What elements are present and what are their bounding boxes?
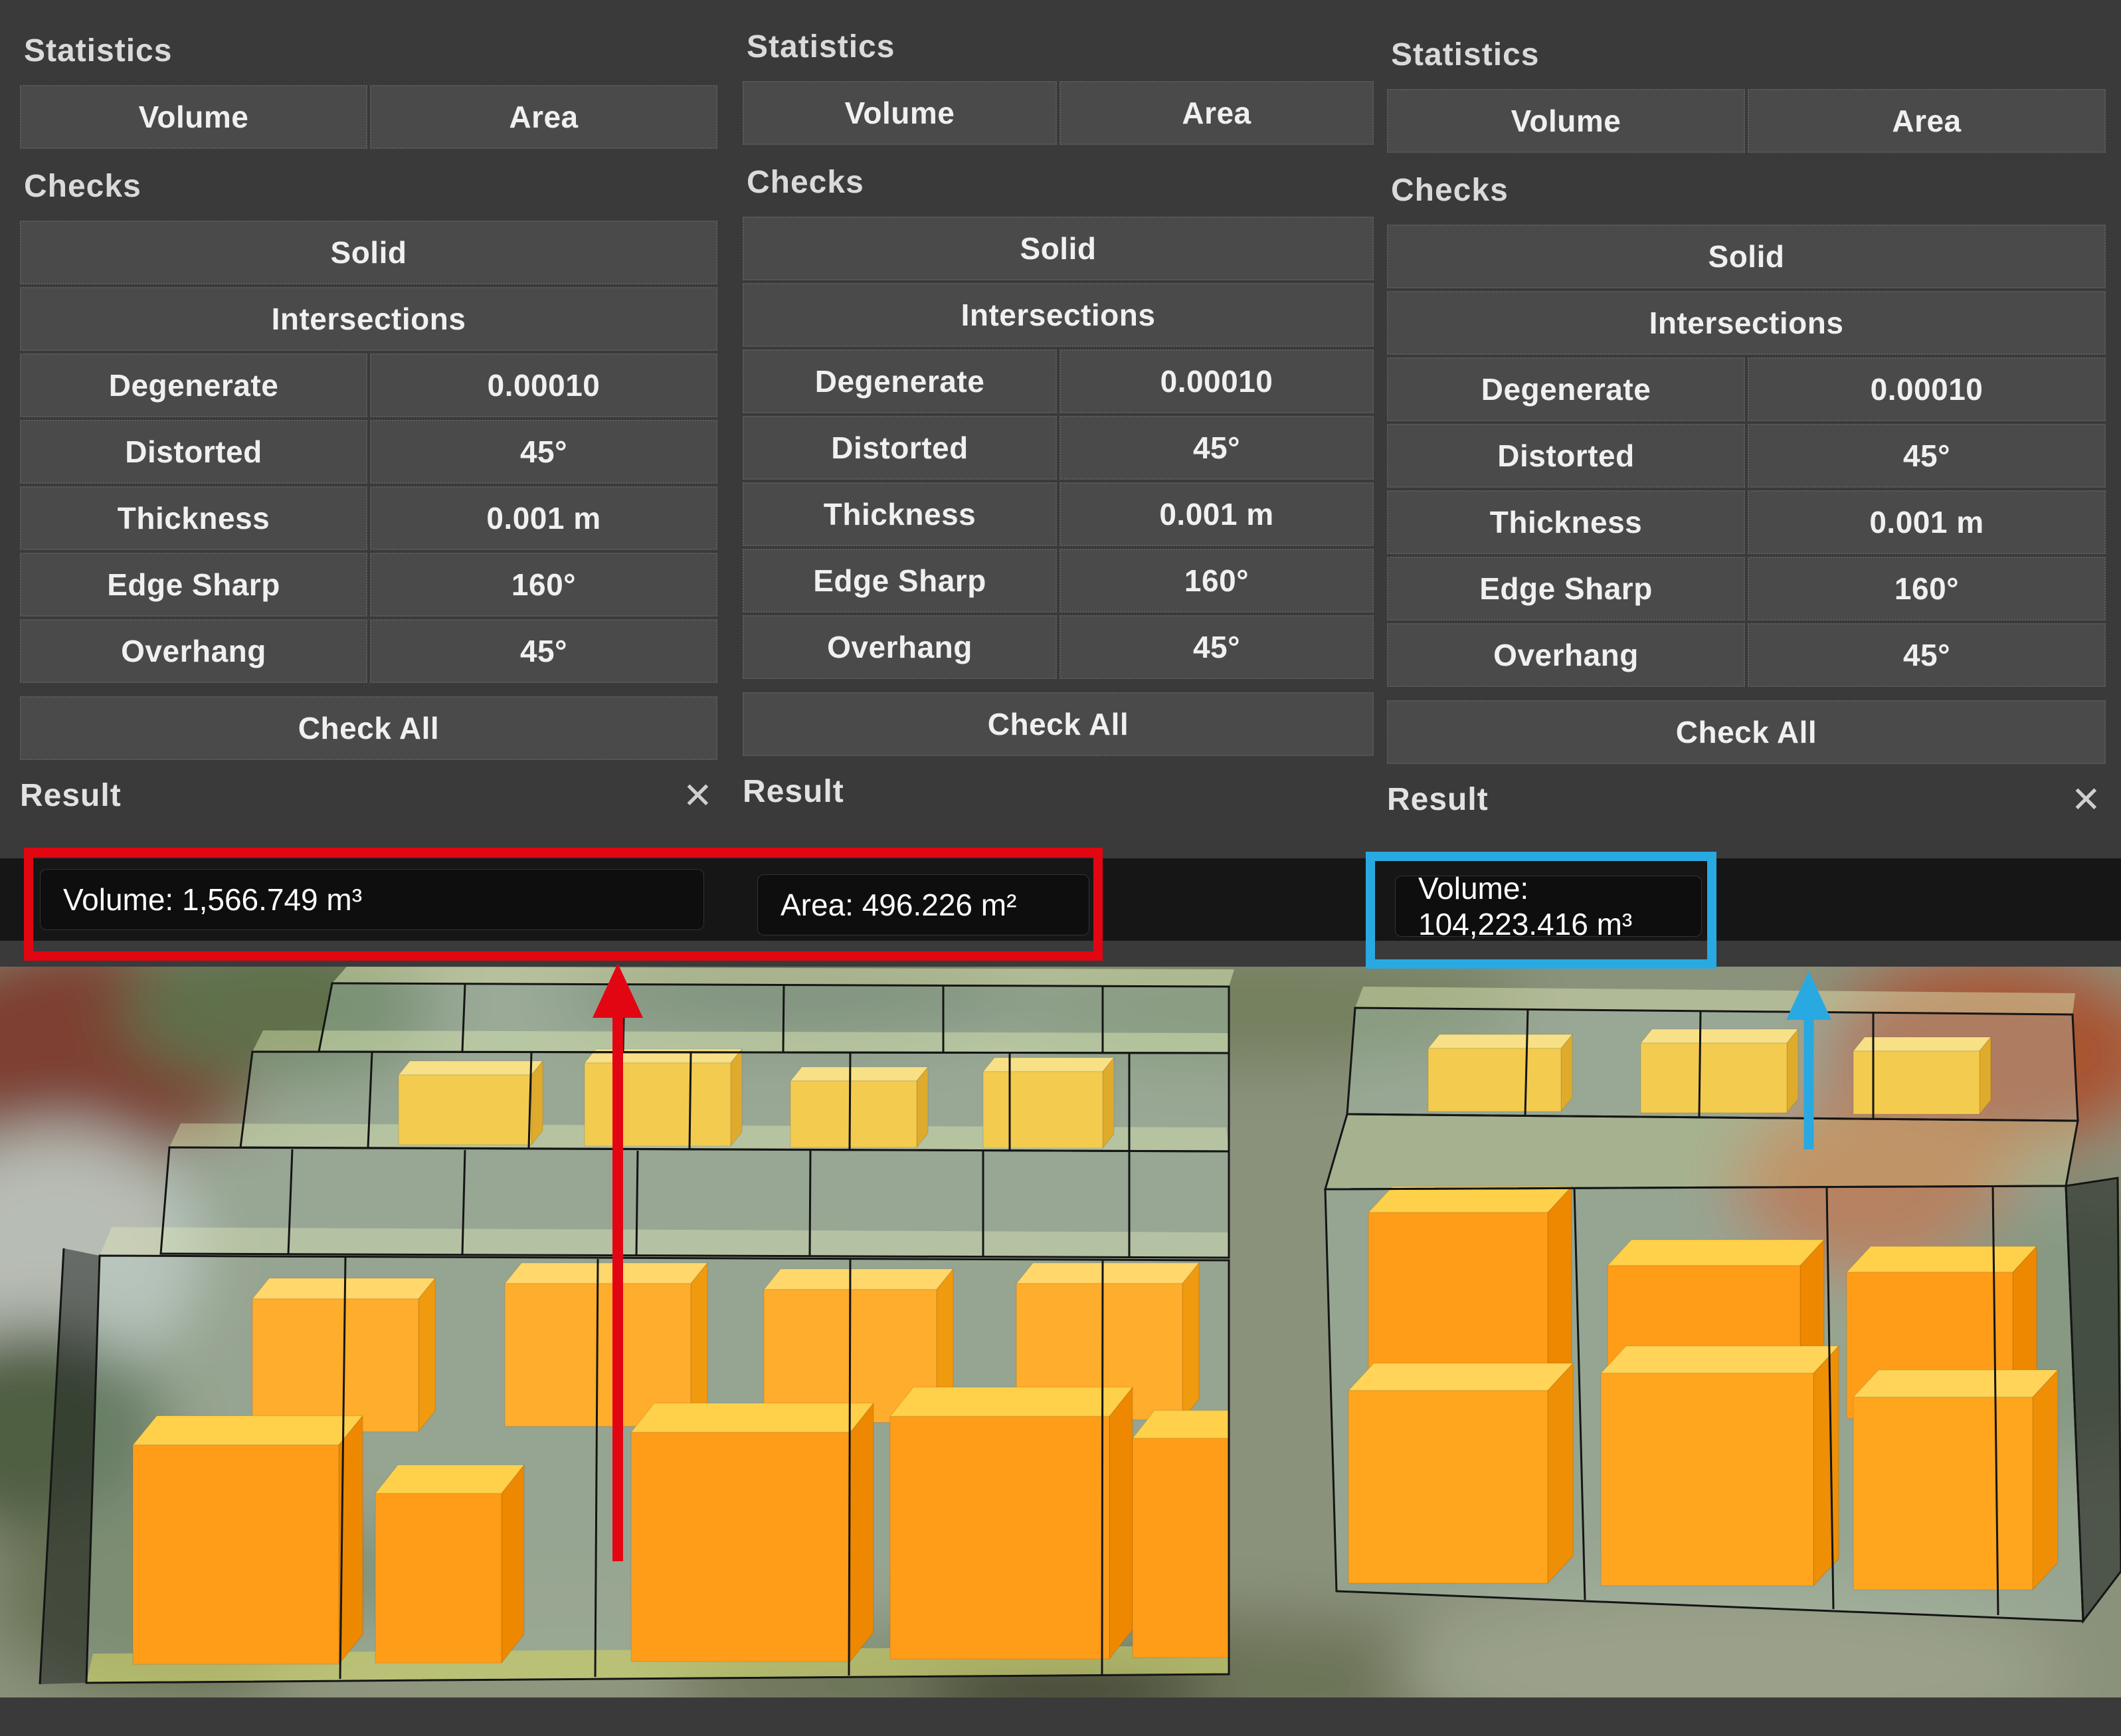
check-row: Thickness 0.001 m — [1387, 490, 2106, 554]
edge-sharp-value-field[interactable]: 160° — [370, 553, 717, 617]
check-row: Distorted 45° — [20, 420, 717, 484]
3d-viewport[interactable] — [0, 967, 2121, 1697]
check-row: Distorted 45° — [743, 416, 1374, 480]
checks-heading: Checks — [747, 163, 1370, 202]
overhang-check-button[interactable]: Overhang — [1387, 623, 1745, 687]
result-heading: Result — [1387, 781, 1489, 818]
thickness-check-button[interactable]: Thickness — [743, 482, 1057, 546]
check-row: Thickness 0.001 m — [743, 482, 1374, 546]
thickness-value-field[interactable]: 0.001 m — [1748, 490, 2106, 554]
volume-button[interactable]: Volume — [20, 85, 367, 149]
result-heading: Result — [743, 773, 844, 810]
distorted-value-field[interactable]: 45° — [370, 420, 717, 484]
edge-sharp-check-button[interactable]: Edge Sharp — [743, 549, 1057, 613]
area-button[interactable]: Area — [1748, 89, 2106, 153]
distorted-value-field[interactable]: 45° — [1748, 424, 2106, 488]
volume-area-tabs: Volume Area — [743, 81, 1374, 145]
check-row: Degenerate 0.00010 — [1387, 357, 2106, 421]
degenerate-check-button[interactable]: Degenerate — [743, 349, 1057, 413]
check-row: Distorted 45° — [1387, 424, 2106, 488]
degenerate-value-field[interactable]: 0.00010 — [1060, 349, 1374, 413]
edge-sharp-value-field[interactable]: 160° — [1748, 557, 2106, 621]
result-heading: Result — [20, 777, 122, 814]
statistics-panel-3: Statistics Volume Area Checks Solid Inte… — [1387, 17, 2106, 818]
result-text: Volume: 104,223.416 m³ — [1418, 870, 1679, 942]
edge-sharp-check-button[interactable]: Edge Sharp — [20, 553, 367, 617]
overhang-check-button[interactable]: Overhang — [743, 615, 1057, 679]
degenerate-value-field[interactable]: 0.00010 — [1748, 357, 2106, 421]
distorted-check-button[interactable]: Distorted — [20, 420, 367, 484]
area-button[interactable]: Area — [1060, 81, 1374, 145]
solid-check-button[interactable]: Solid — [743, 217, 1374, 280]
degenerate-check-button[interactable]: Degenerate — [1387, 357, 1745, 421]
overhang-value-field[interactable]: 45° — [1748, 623, 2106, 687]
check-row: Edge Sharp 160° — [1387, 557, 2106, 621]
overhang-check-button[interactable]: Overhang — [20, 619, 367, 683]
check-all-button[interactable]: Check All — [743, 692, 1374, 756]
bottom-bar — [0, 1697, 2121, 1736]
result-value-volume-1: Volume: 1,566.749 m³ — [40, 869, 704, 930]
check-row: Overhang 45° — [743, 615, 1374, 679]
check-row: Overhang 45° — [1387, 623, 2106, 687]
volume-area-tabs: Volume Area — [1387, 89, 2106, 153]
check-row: Degenerate 0.00010 — [20, 353, 717, 417]
statistics-heading: Statistics — [24, 32, 713, 70]
check-row: Thickness 0.001 m — [20, 486, 717, 550]
statistics-panel-2: Statistics Volume Area Checks Solid Inte… — [743, 9, 1374, 810]
solid-check-button[interactable]: Solid — [1387, 225, 2106, 288]
distorted-check-button[interactable]: Distorted — [743, 416, 1057, 480]
close-icon[interactable]: ✕ — [683, 778, 713, 814]
area-button[interactable]: Area — [370, 85, 717, 149]
check-row: Degenerate 0.00010 — [743, 349, 1374, 413]
check-row: Overhang 45° — [20, 619, 717, 683]
statistics-heading: Statistics — [1391, 36, 2102, 74]
checks-table: Solid Intersections Degenerate 0.00010 D… — [743, 217, 1374, 756]
distorted-check-button[interactable]: Distorted — [1387, 424, 1745, 488]
result-value-area: Area: 496.226 m² — [757, 874, 1089, 935]
result-text: Area: 496.226 m² — [781, 887, 1016, 923]
volume-button[interactable]: Volume — [743, 81, 1057, 145]
result-text: Volume: 1,566.749 m³ — [63, 882, 362, 917]
intersections-check-button[interactable]: Intersections — [743, 283, 1374, 347]
app-window: Statistics Volume Area Checks Solid Inte… — [0, 0, 2121, 1736]
checks-heading: Checks — [1391, 171, 2102, 210]
result-header: Result ✕ — [1387, 781, 2106, 818]
thickness-check-button[interactable]: Thickness — [20, 486, 367, 550]
result-value-volume-2: Volume: 104,223.416 m³ — [1395, 876, 1702, 937]
thickness-value-field[interactable]: 0.001 m — [370, 486, 717, 550]
thickness-value-field[interactable]: 0.001 m — [1060, 482, 1374, 546]
close-icon[interactable]: ✕ — [2071, 782, 2102, 818]
overhang-value-field[interactable]: 45° — [1060, 615, 1374, 679]
statistics-heading: Statistics — [747, 28, 1370, 66]
volume-area-tabs: Volume Area — [20, 85, 717, 149]
result-header: Result ✕ — [20, 777, 717, 814]
check-all-button[interactable]: Check All — [1387, 700, 2106, 764]
edge-sharp-check-button[interactable]: Edge Sharp — [1387, 557, 1745, 621]
check-row: Edge Sharp 160° — [743, 549, 1374, 613]
distorted-value-field[interactable]: 45° — [1060, 416, 1374, 480]
intersections-check-button[interactable]: Intersections — [1387, 291, 2106, 355]
checks-heading: Checks — [24, 167, 713, 206]
check-row: Edge Sharp 160° — [20, 553, 717, 617]
statistics-panel-1: Statistics Volume Area Checks Solid Inte… — [20, 13, 717, 814]
edge-sharp-value-field[interactable]: 160° — [1060, 549, 1374, 613]
overhang-value-field[interactable]: 45° — [370, 619, 717, 683]
result-header: Result — [743, 773, 1374, 810]
checks-table: Solid Intersections Degenerate 0.00010 D… — [1387, 225, 2106, 764]
checks-table: Solid Intersections Degenerate 0.00010 D… — [20, 221, 717, 760]
check-all-button[interactable]: Check All — [20, 696, 717, 760]
volume-button[interactable]: Volume — [1387, 89, 1745, 153]
thickness-check-button[interactable]: Thickness — [1387, 490, 1745, 554]
degenerate-check-button[interactable]: Degenerate — [20, 353, 367, 417]
intersections-check-button[interactable]: Intersections — [20, 287, 717, 351]
solid-check-button[interactable]: Solid — [20, 221, 717, 284]
degenerate-value-field[interactable]: 0.00010 — [370, 353, 717, 417]
